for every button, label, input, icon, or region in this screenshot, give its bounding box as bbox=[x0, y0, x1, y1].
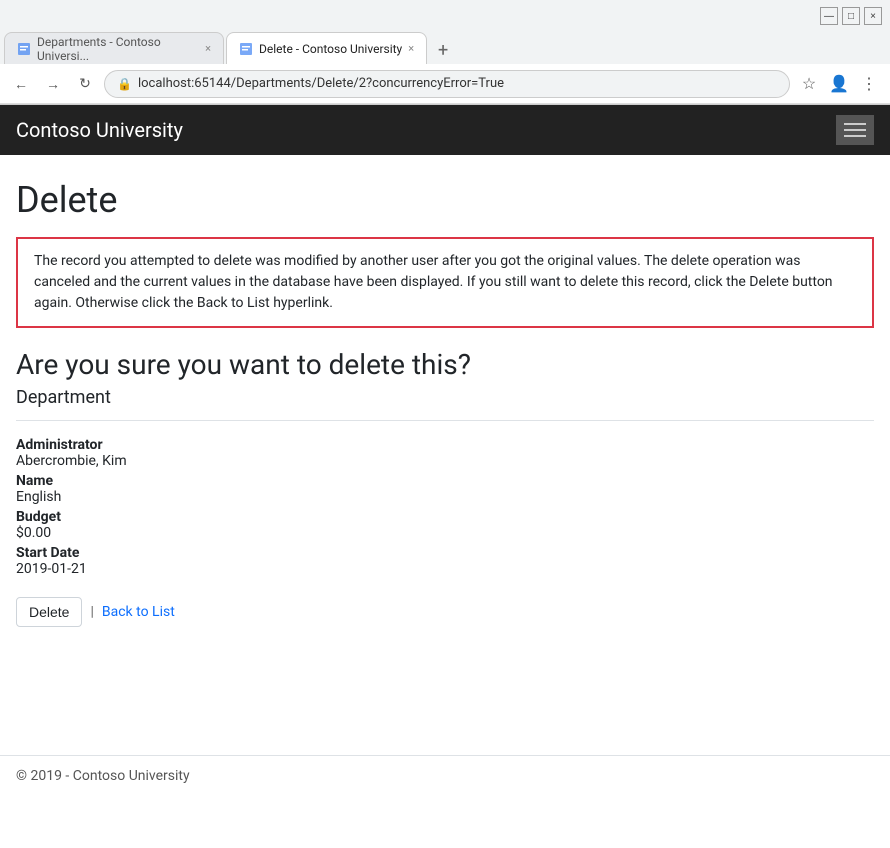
field-budget-label: Budget bbox=[16, 509, 874, 525]
confirm-heading: Are you sure you want to delete this? bbox=[16, 348, 874, 381]
pipe-separator: | bbox=[90, 604, 93, 620]
field-budget-value: $0.00 bbox=[16, 525, 874, 541]
app-footer: © 2019 - Contoso University bbox=[0, 755, 890, 796]
browser-chrome: — □ × Departments - Contoso Universi... … bbox=[0, 0, 890, 105]
address-input[interactable]: 🔒 localhost:65144/Departments/Delete/2?c… bbox=[104, 70, 790, 98]
field-administrator-value: Abercrombie, Kim bbox=[16, 453, 874, 469]
maximize-button[interactable]: □ bbox=[842, 7, 860, 25]
address-text: localhost:65144/Departments/Delete/2?con… bbox=[138, 76, 504, 91]
field-name: Name English bbox=[16, 473, 874, 505]
app-navbar: Contoso University bbox=[0, 105, 890, 155]
forward-nav-button[interactable]: → bbox=[40, 71, 66, 97]
tab-delete-page-icon bbox=[239, 42, 253, 56]
field-start-date: Start Date 2019-01-21 bbox=[16, 545, 874, 577]
lock-icon: 🔒 bbox=[117, 77, 132, 91]
app-brand: Contoso University bbox=[16, 118, 183, 142]
field-name-value: English bbox=[16, 489, 874, 505]
new-tab-button[interactable]: + bbox=[429, 36, 457, 64]
field-start-date-value: 2019-01-21 bbox=[16, 561, 874, 577]
tab-page-icon bbox=[17, 42, 31, 56]
tab-delete-close[interactable]: × bbox=[408, 42, 414, 55]
tab-departments[interactable]: Departments - Contoso Universi... × bbox=[4, 32, 224, 64]
field-start-date-label: Start Date bbox=[16, 545, 874, 561]
main-content: Delete The record you attempted to delet… bbox=[0, 155, 890, 735]
reload-button[interactable]: ↻ bbox=[72, 71, 98, 97]
error-message: The record you attempted to delete was m… bbox=[34, 253, 833, 311]
toolbar-icons: ☆ 👤 ⋮ bbox=[796, 71, 882, 97]
delete-button[interactable]: Delete bbox=[16, 597, 82, 627]
tab-bar: Departments - Contoso Universi... × Dele… bbox=[0, 32, 890, 64]
entity-type-label: Department bbox=[16, 387, 874, 408]
menu-button[interactable]: ⋮ bbox=[856, 71, 882, 97]
footer-text: © 2019 - Contoso University bbox=[16, 768, 190, 784]
address-bar: ← → ↻ 🔒 localhost:65144/Departments/Dele… bbox=[0, 64, 890, 104]
field-administrator-label: Administrator bbox=[16, 437, 874, 453]
actions-bar: Delete | Back to List bbox=[16, 597, 874, 627]
tab-delete[interactable]: Delete - Contoso University × bbox=[226, 32, 427, 64]
tab-departments-label: Departments - Contoso Universi... bbox=[37, 35, 199, 63]
minimize-button[interactable]: — bbox=[820, 7, 838, 25]
back-nav-button[interactable]: ← bbox=[8, 71, 34, 97]
account-button[interactable]: 👤 bbox=[826, 71, 852, 97]
tab-delete-label: Delete - Contoso University bbox=[259, 42, 402, 56]
field-name-label: Name bbox=[16, 473, 874, 489]
field-budget: Budget $0.00 bbox=[16, 509, 874, 541]
bookmark-button[interactable]: ☆ bbox=[796, 71, 822, 97]
close-button[interactable]: × bbox=[864, 7, 882, 25]
page-title: Delete bbox=[16, 179, 874, 221]
error-box: The record you attempted to delete was m… bbox=[16, 237, 874, 328]
field-administrator: Administrator Abercrombie, Kim bbox=[16, 437, 874, 469]
title-bar: — □ × bbox=[0, 0, 890, 32]
tab-departments-close[interactable]: × bbox=[205, 42, 211, 55]
back-to-list-link[interactable]: Back to List bbox=[102, 604, 175, 620]
navbar-toggle-button[interactable] bbox=[836, 115, 874, 145]
divider bbox=[16, 420, 874, 421]
